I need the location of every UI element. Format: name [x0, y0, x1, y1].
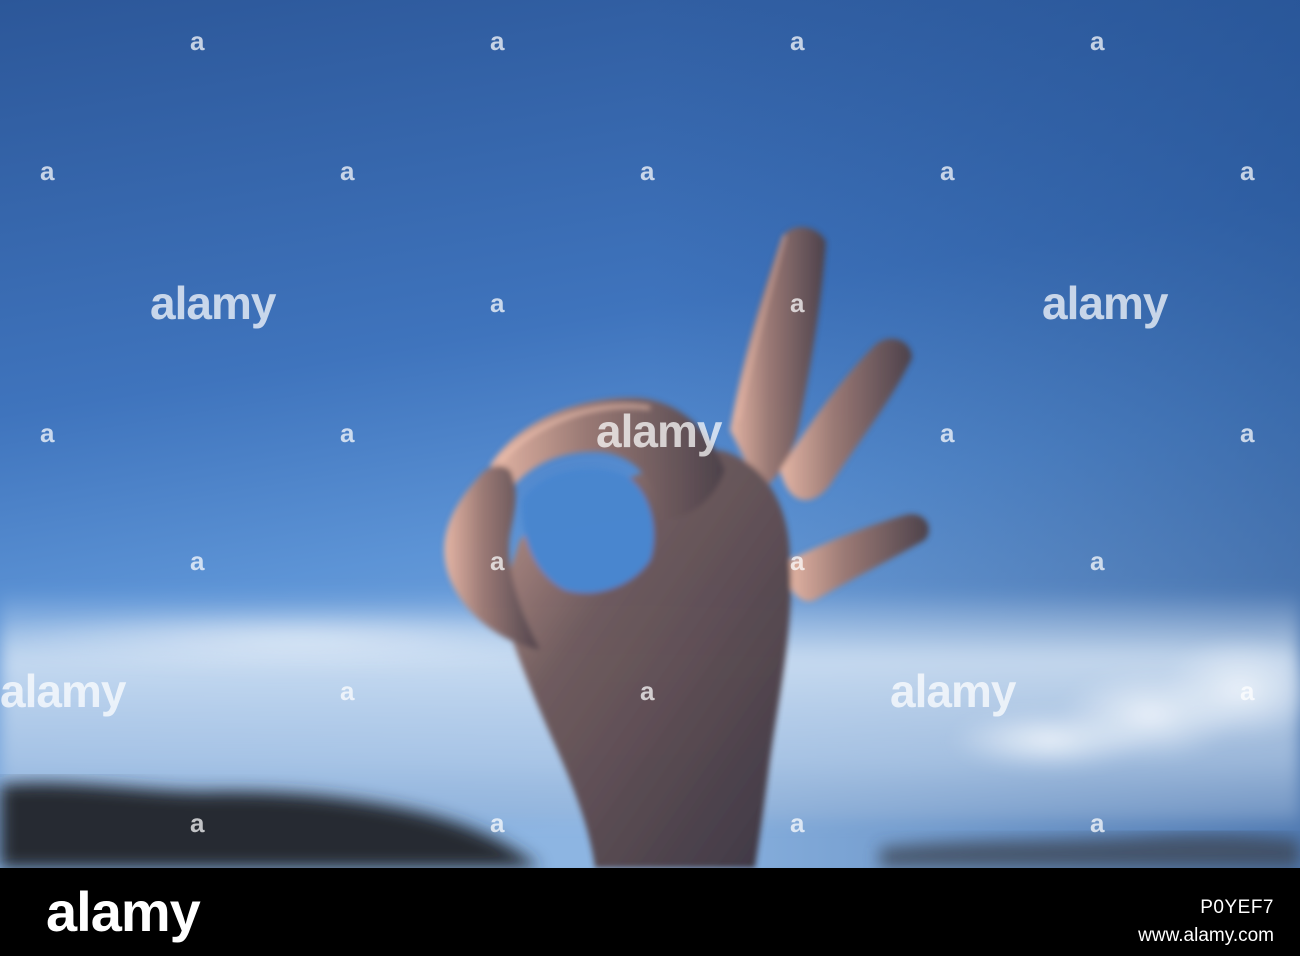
site-url: www.alamy.com [1138, 924, 1274, 946]
image-id: P0YEF7 [1200, 897, 1274, 918]
photo-scene [0, 0, 1300, 868]
stock-footer-bar: alamy P0YEF7 www.alamy.com [0, 868, 1300, 956]
alamy-logo: alamy [46, 880, 201, 943]
footer-meta: P0YEF7 www.alamy.com [1138, 894, 1274, 949]
photo [0, 0, 1300, 868]
